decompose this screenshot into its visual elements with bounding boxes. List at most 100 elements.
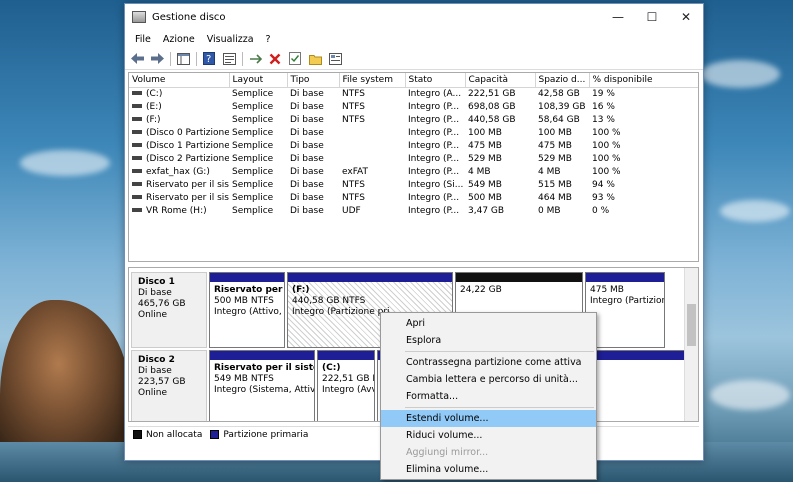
- table-row[interactable]: (F:) Semplice Di base NTFS Integro (P... 440,…: [129, 113, 698, 126]
- column-header-percent[interactable]: % disponibile: [589, 73, 698, 88]
- column-header-tipo[interactable]: Tipo: [287, 73, 340, 88]
- vertical-scrollbar[interactable]: [684, 268, 698, 421]
- table-cell: 475 MB: [468, 140, 502, 151]
- console-tree-icon[interactable]: [175, 51, 191, 67]
- check-icon[interactable]: [287, 51, 303, 67]
- properties-icon[interactable]: [221, 51, 237, 67]
- disk-label[interactable]: Disco 2 Di base 223,57 GB Online: [131, 350, 207, 421]
- delete-icon[interactable]: [267, 51, 283, 67]
- context-menu-item[interactable]: Estendi volume...: [381, 410, 596, 427]
- context-menu-item[interactable]: Esplora: [381, 332, 596, 349]
- table-cell: Di base: [290, 205, 324, 216]
- maximize-button[interactable]: ☐: [635, 4, 669, 30]
- table-cell: Semplice: [232, 127, 274, 138]
- table-cell: 100 %: [592, 153, 621, 164]
- table-cell: [339, 152, 405, 165]
- partition-name: (C:): [322, 363, 341, 373]
- table-cell: 222,51 GB: [468, 88, 516, 99]
- disk-label[interactable]: Disco 1 Di base 465,76 GB Online: [131, 272, 207, 348]
- partition-block[interactable]: (C:)222,51 GB NTFSIntegro (Avvio: [317, 350, 375, 421]
- table-cell: Di base: [290, 140, 324, 151]
- column-header-volume[interactable]: Volume: [129, 73, 230, 88]
- context-menu-item[interactable]: Contrassegna partizione come attiva: [381, 354, 596, 371]
- table-cell: Di base: [290, 88, 324, 99]
- back-arrow-icon[interactable]: [129, 51, 145, 67]
- volume-name-cell: (Disco 0 Partizione...: [129, 126, 229, 139]
- context-menu: Apri Esplora Contrassegna partizione come …: [380, 312, 597, 480]
- table-cell: Di base: [290, 127, 324, 138]
- context-menu-item[interactable]: Elimina volume...: [381, 461, 596, 478]
- table-row[interactable]: (E:) Semplice Di base NTFS Integro (P... 698,…: [129, 100, 698, 113]
- connect-icon[interactable]: [247, 51, 263, 67]
- column-header-file-system[interactable]: File system: [339, 73, 406, 88]
- table-cell: 464 MB: [538, 192, 572, 203]
- help-icon[interactable]: ?: [201, 51, 217, 67]
- background-cloud: [710, 380, 790, 410]
- menu-file[interactable]: File: [129, 34, 157, 45]
- table-cell: Semplice: [232, 179, 274, 190]
- volume-name-cell: (Disco 2 Partizione...: [129, 152, 229, 165]
- menu-bar: File Azione Visualizza ?: [125, 30, 703, 48]
- volume-name: (Disco 0 Partizione...: [146, 127, 229, 138]
- volume-name-cell: Riservato per il sist...: [129, 178, 229, 191]
- context-menu-item[interactable]: Formatta...: [381, 388, 596, 405]
- table-cell: Di base: [290, 166, 324, 177]
- table-row[interactable]: (C:) Semplice Di base NTFS Integro (A... 222,…: [129, 87, 698, 100]
- forward-arrow-icon[interactable]: [149, 51, 165, 67]
- legend-swatch-primary: [210, 430, 220, 439]
- context-menu-item: Aggiungi mirror...: [406, 447, 489, 458]
- volume-name: VR Rome (H:): [146, 205, 207, 216]
- table-cell: 19 %: [592, 88, 615, 99]
- table-cell: Semplice: [232, 205, 274, 216]
- close-button[interactable]: ✕: [669, 4, 703, 30]
- table-cell: 698,08 GB: [468, 101, 516, 112]
- context-menu-item[interactable]: Riduci volume...: [381, 427, 596, 444]
- table-row[interactable]: Riservato per il sist...Semplice Di base N…: [129, 191, 698, 204]
- menu-separator: [405, 351, 594, 352]
- title-bar[interactable]: Gestione disco — ☐ ✕: [125, 4, 703, 30]
- table-cell: NTFS: [342, 101, 365, 112]
- partition-size: 500 MB NTFS: [214, 296, 274, 306]
- context-menu-item[interactable]: Cambia lettera e percorso di unità...: [381, 371, 596, 388]
- volume-icon: [132, 117, 142, 121]
- partition-type-bar: [288, 273, 452, 282]
- column-header-spazio[interactable]: Spazio d...: [535, 73, 590, 88]
- minimize-button[interactable]: —: [601, 4, 635, 30]
- disk-status: Online: [138, 310, 168, 320]
- menu-help[interactable]: ?: [260, 34, 277, 45]
- background-cloud: [700, 60, 780, 88]
- scrollbar-thumb[interactable]: [687, 304, 696, 346]
- partition-block[interactable]: 475 MB Integro (Partizior: [585, 272, 665, 348]
- menu-azione[interactable]: Azione: [157, 34, 201, 45]
- partition-info: Riservato per il 500 MB NTFS Integro (Atti…: [210, 282, 284, 347]
- table-row[interactable]: (Disco 0 Partizione...Semplice Di base Int…: [129, 126, 698, 139]
- table-cell: Integro (P...: [408, 127, 460, 138]
- table-cell: 3,47 GB: [468, 205, 505, 216]
- partition-block[interactable]: Riservato per il 500 MB NTFS Integro (Atti…: [209, 272, 285, 348]
- table-row[interactable]: Riservato per il sist...Semplice Di base N…: [129, 178, 698, 191]
- partition-block[interactable]: Riservato per il sistema549 MB NTFSInteg…: [209, 350, 315, 421]
- folder-icon[interactable]: [307, 51, 323, 67]
- legend-swatch-unallocated: [133, 430, 142, 439]
- table-cell: 16 %: [592, 101, 615, 112]
- column-header-capacita[interactable]: Capacità: [465, 73, 536, 88]
- volume-icon: [132, 195, 142, 199]
- table-row[interactable]: (Disco 1 Partizione...Semplice Di base Int…: [129, 139, 698, 152]
- table-cell: Integro (P...: [408, 153, 460, 164]
- table-cell: NTFS: [342, 192, 365, 203]
- volume-name-cell: VR Rome (H:): [129, 204, 229, 217]
- context-menu-item[interactable]: Apri: [381, 315, 596, 332]
- menu-visualizza[interactable]: Visualizza: [201, 34, 260, 45]
- table-cell: 440,58 GB: [468, 114, 516, 125]
- table-cell: NTFS: [342, 88, 365, 99]
- table-row[interactable]: exfat_hax (G:) Semplice Di base exFAT Integr…: [129, 165, 698, 178]
- table-cell: Semplice: [232, 88, 274, 99]
- info-icon[interactable]: [327, 51, 343, 67]
- column-header-layout[interactable]: Layout: [229, 73, 288, 88]
- table-row[interactable]: VR Rome (H:) Semplice Di base UDF Integro (P…: [129, 204, 698, 217]
- table-cell: Integro (P...: [408, 192, 460, 203]
- volume-name: Riservato per il sist...: [146, 192, 229, 203]
- table-row[interactable]: (Disco 2 Partizione...Semplice Di base Int…: [129, 152, 698, 165]
- toolbar-separator: [170, 51, 171, 66]
- column-header-stato[interactable]: Stato: [405, 73, 466, 88]
